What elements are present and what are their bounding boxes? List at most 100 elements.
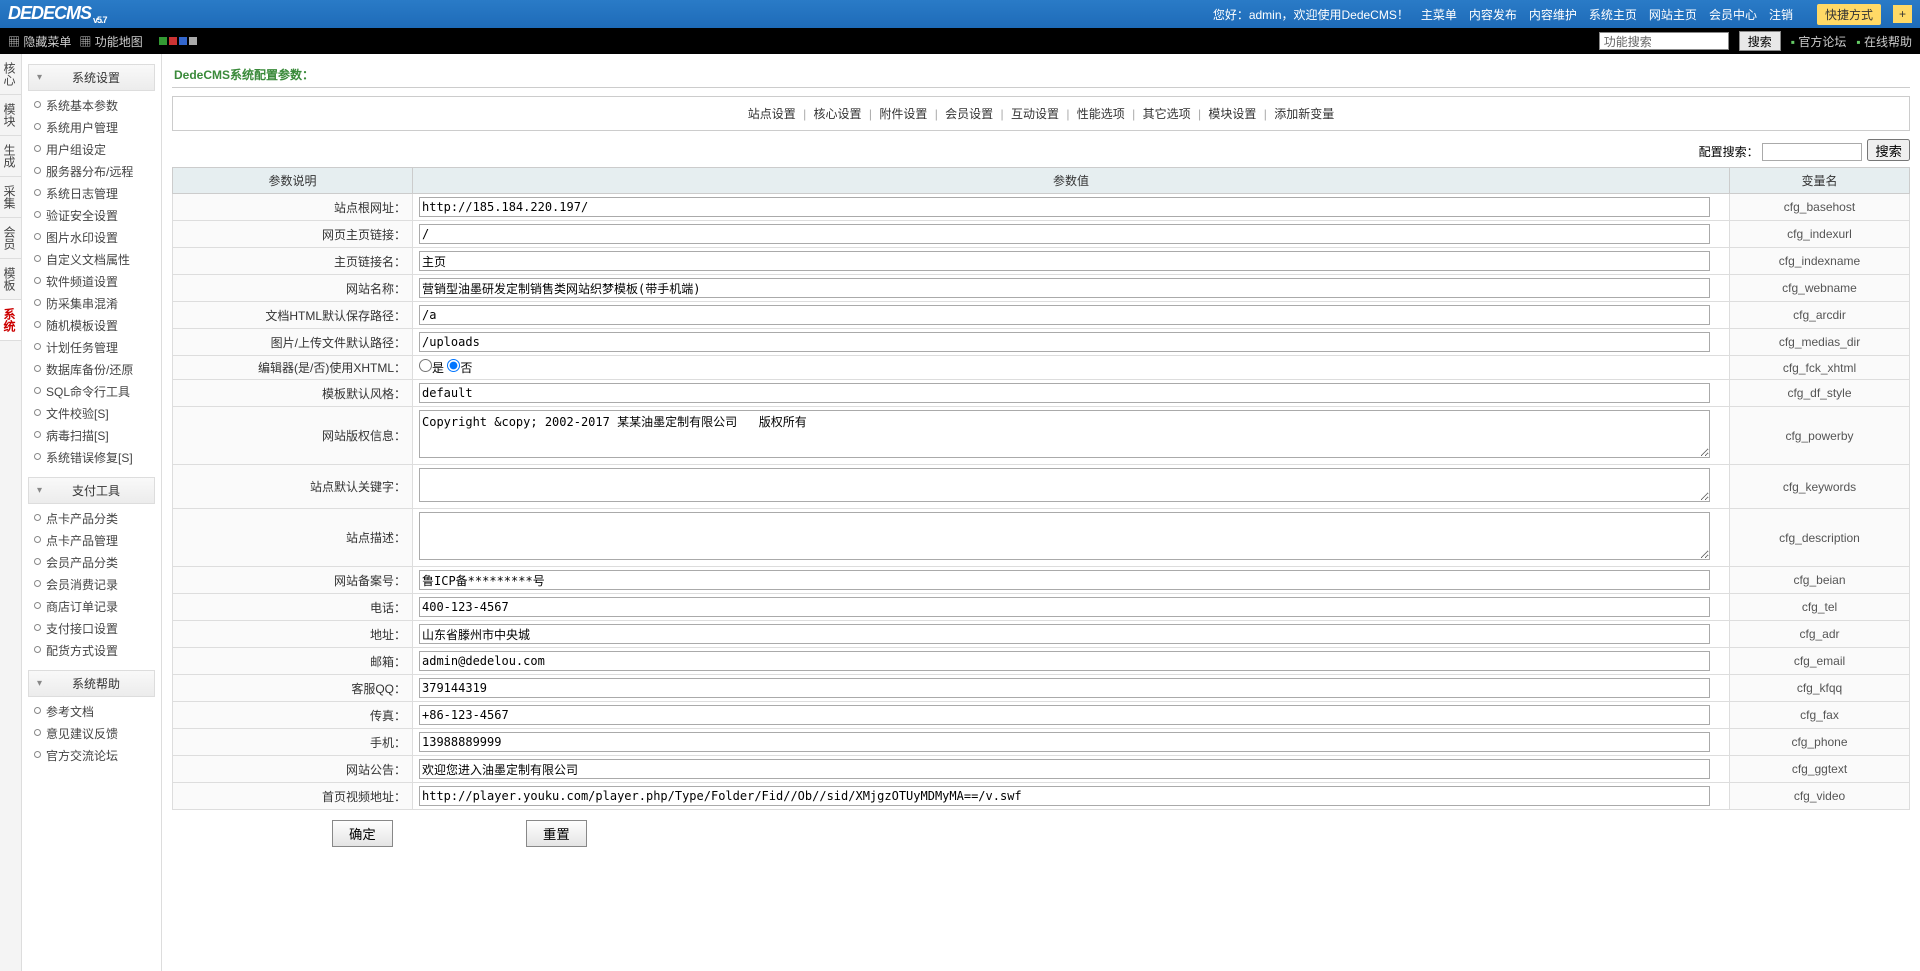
submit-button[interactable]: 确定 xyxy=(332,820,393,847)
param-label: 站点默认关键字： xyxy=(173,465,413,509)
theme-blue[interactable] xyxy=(179,37,187,45)
section-header[interactable]: 系统设置 xyxy=(28,64,155,91)
vtab-模板[interactable]: 模板 xyxy=(0,259,21,300)
top-menu-内容维护[interactable]: 内容维护 xyxy=(1529,8,1577,22)
reset-button[interactable]: 重置 xyxy=(526,820,587,847)
section-header[interactable]: 支付工具 xyxy=(28,477,155,504)
config-tab[interactable]: 站点设置 xyxy=(748,107,796,121)
vtab-采集[interactable]: 采集 xyxy=(0,177,21,218)
param-input-cfg_beian[interactable] xyxy=(419,570,1710,590)
param-input-cfg_phone[interactable] xyxy=(419,732,1710,752)
config-tab[interactable]: 附件设置 xyxy=(879,107,927,121)
sidebar-item[interactable]: 商店订单记录 xyxy=(32,596,155,618)
param-label: 地址： xyxy=(173,621,413,648)
param-input-cfg_df_style[interactable] xyxy=(419,383,1710,403)
function-search-input[interactable] xyxy=(1599,32,1729,50)
param-input-cfg_video[interactable] xyxy=(419,786,1710,806)
param-input-cfg_indexname[interactable] xyxy=(419,251,1710,271)
sidebar-item[interactable]: 系统基本参数 xyxy=(32,95,155,117)
param-label: 编辑器(是/否)使用XHTML： xyxy=(173,356,413,380)
param-textarea-cfg_powerby[interactable] xyxy=(419,410,1710,458)
top-menu-内容发布[interactable]: 内容发布 xyxy=(1469,8,1517,22)
param-input-cfg_adr[interactable] xyxy=(419,624,1710,644)
top-menu-会员中心[interactable]: 会员中心 xyxy=(1709,8,1757,22)
param-input-cfg_ggtext[interactable] xyxy=(419,759,1710,779)
param-var: cfg_webname xyxy=(1730,275,1910,302)
quick-mode-button[interactable]: 快捷方式 xyxy=(1817,4,1881,25)
section-header[interactable]: 系统帮助 xyxy=(28,670,155,697)
sidebar-item[interactable]: 文件校验[S] xyxy=(32,403,155,425)
sidebar-item[interactable]: 意见建议反馈 xyxy=(32,723,155,745)
top-menu-主菜单[interactable]: 主菜单 xyxy=(1421,8,1457,22)
sidebar-item[interactable]: 软件频道设置 xyxy=(32,271,155,293)
sidebar-item[interactable]: 系统错误修复[S] xyxy=(32,447,155,469)
theme-color-picker[interactable] xyxy=(159,37,197,45)
sidebar-item[interactable]: 验证安全设置 xyxy=(32,205,155,227)
sidebar-item[interactable]: 会员消费记录 xyxy=(32,574,155,596)
param-input-cfg_fax[interactable] xyxy=(419,705,1710,725)
vtab-系统[interactable]: 系统 xyxy=(0,300,21,341)
config-search-input[interactable] xyxy=(1762,143,1862,161)
sidebar-item[interactable]: 系统日志管理 xyxy=(32,183,155,205)
sidebar-item[interactable]: 参考文档 xyxy=(32,701,155,723)
radio-no[interactable] xyxy=(447,359,460,372)
sidebar-item[interactable]: 用户组设定 xyxy=(32,139,155,161)
param-textarea-cfg_description[interactable] xyxy=(419,512,1710,560)
online-help-link[interactable]: ▪ 在线帮助 xyxy=(1856,33,1912,50)
vtab-会员[interactable]: 会员 xyxy=(0,218,21,259)
vtab-核心[interactable]: 核心 xyxy=(0,54,21,95)
sidebar-item[interactable]: 点卡产品管理 xyxy=(32,530,155,552)
sidebar-item[interactable]: 病毒扫描[S] xyxy=(32,425,155,447)
config-tab[interactable]: 核心设置 xyxy=(814,107,862,121)
param-input-cfg_tel[interactable] xyxy=(419,597,1710,617)
param-input-cfg_medias_dir[interactable] xyxy=(419,332,1710,352)
sidebar-item[interactable]: 自定义文档属性 xyxy=(32,249,155,271)
theme-gray[interactable] xyxy=(189,37,197,45)
sidebar-item[interactable]: 防采集串混淆 xyxy=(32,293,155,315)
config-tab[interactable]: 其它选项 xyxy=(1143,107,1191,121)
param-input-cfg_basehost[interactable] xyxy=(419,197,1710,217)
sidebar-item[interactable]: 随机模板设置 xyxy=(32,315,155,337)
sidebar-item[interactable]: 点卡产品分类 xyxy=(32,508,155,530)
config-search-button[interactable]: 搜索 xyxy=(1867,139,1910,161)
sidebar-item[interactable]: 支付接口设置 xyxy=(32,618,155,640)
sidebar-item[interactable]: 数据库备份/还原 xyxy=(32,359,155,381)
sidebar-item[interactable]: 官方交流论坛 xyxy=(32,745,155,767)
config-tab[interactable]: 模块设置 xyxy=(1208,107,1256,121)
plus-button[interactable]: + xyxy=(1893,5,1912,23)
config-tab[interactable]: 性能选项 xyxy=(1077,107,1125,121)
theme-red[interactable] xyxy=(169,37,177,45)
col-desc: 参数说明 xyxy=(173,168,413,194)
function-search-button[interactable]: 搜索 xyxy=(1739,31,1781,51)
top-menu-注销[interactable]: 注销 xyxy=(1769,8,1793,22)
config-tab[interactable]: 添加新变量 xyxy=(1274,107,1334,121)
param-input-cfg_email[interactable] xyxy=(419,651,1710,671)
top-menu-系统主页[interactable]: 系统主页 xyxy=(1589,8,1637,22)
sidebar-item[interactable]: 图片水印设置 xyxy=(32,227,155,249)
param-var: cfg_phone xyxy=(1730,729,1910,756)
param-label: 客服QQ： xyxy=(173,675,413,702)
param-input-cfg_webname[interactable] xyxy=(419,278,1710,298)
param-value-cell xyxy=(413,509,1730,567)
top-menu-网站主页[interactable]: 网站主页 xyxy=(1649,8,1697,22)
param-input-cfg_arcdir[interactable] xyxy=(419,305,1710,325)
config-tab[interactable]: 会员设置 xyxy=(945,107,993,121)
theme-green[interactable] xyxy=(159,37,167,45)
sidebar-item[interactable]: 配货方式设置 xyxy=(32,640,155,662)
sidebar-item[interactable]: SQL命令行工具 xyxy=(32,381,155,403)
radio-yes[interactable] xyxy=(419,359,432,372)
config-tab[interactable]: 互动设置 xyxy=(1011,107,1059,121)
sidebar-item[interactable]: 系统用户管理 xyxy=(32,117,155,139)
vtab-生成[interactable]: 生成 xyxy=(0,136,21,177)
official-forum-link[interactable]: ▪ 官方论坛 xyxy=(1791,33,1847,50)
param-input-cfg_indexurl[interactable] xyxy=(419,224,1710,244)
param-textarea-cfg_keywords[interactable] xyxy=(419,468,1710,502)
hide-menu-link[interactable]: ▦ 隐藏菜单 xyxy=(8,33,71,50)
sidebar-item[interactable]: 会员产品分类 xyxy=(32,552,155,574)
sidebar-item[interactable]: 计划任务管理 xyxy=(32,337,155,359)
param-row: 编辑器(是/否)使用XHTML：是 否cfg_fck_xhtml xyxy=(173,356,1910,380)
function-map-link[interactable]: ▦ 功能地图 xyxy=(79,33,142,50)
vtab-模块[interactable]: 模块 xyxy=(0,95,21,136)
param-input-cfg_kfqq[interactable] xyxy=(419,678,1710,698)
sidebar-item[interactable]: 服务器分布/远程 xyxy=(32,161,155,183)
